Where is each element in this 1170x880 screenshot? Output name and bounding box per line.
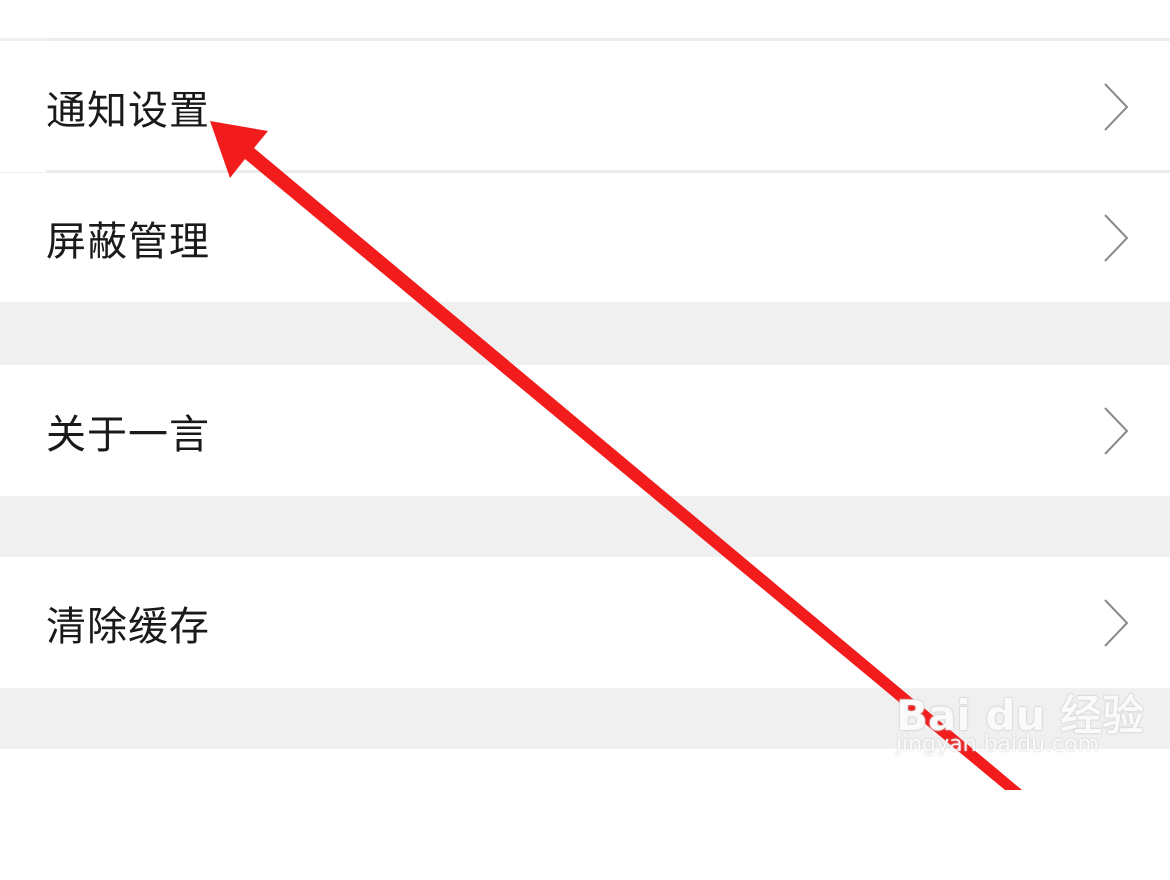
settings-item-label: 清除缓存 — [46, 603, 210, 650]
baidu-watermark: Bai du 经验 jingyan.baidu.com — [896, 660, 1144, 770]
settings-item-notifications[interactable]: 通知设置 — [0, 41, 1170, 172]
chevron-right-icon — [1104, 406, 1129, 455]
chevron-right-icon — [1104, 598, 1129, 647]
settings-item-about[interactable]: 关于一言 — [0, 365, 1170, 496]
settings-item-block-management[interactable]: 屏蔽管理 — [0, 173, 1170, 302]
chevron-right-icon — [1104, 82, 1129, 131]
settings-item-label: 关于一言 — [46, 411, 210, 458]
chevron-right-icon — [1104, 213, 1129, 262]
settings-item-label: 屏蔽管理 — [46, 218, 210, 265]
settings-cell-top-partial[interactable] — [0, 0, 1170, 38]
watermark-url: jingyan.baidu.com — [896, 732, 1100, 757]
settings-item-label: 通知设置 — [46, 87, 210, 134]
